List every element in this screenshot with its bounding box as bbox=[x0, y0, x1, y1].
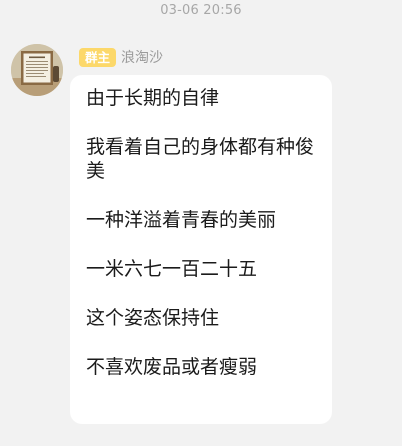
message-line: 由于长期的自律 bbox=[86, 87, 220, 109]
sender-info: 群主 浪淘沙 bbox=[79, 46, 163, 68]
message-timestamp: 03-06 20:56 bbox=[160, 3, 242, 18]
group-owner-badge: 群主 bbox=[79, 47, 117, 67]
sender-name[interactable]: 浪淘沙 bbox=[121, 47, 163, 67]
message-line: 我看着自己的身体都有种俊美 bbox=[86, 136, 315, 182]
sender-avatar-icon[interactable] bbox=[11, 44, 63, 96]
message-line: 一米六七一百二十五 bbox=[86, 258, 258, 280]
message-line: 这个姿态保持住 bbox=[86, 307, 220, 329]
message-line: 不喜欢废品或者瘦弱 bbox=[86, 356, 258, 378]
message-bubble[interactable]: 由于长期的自律 我看着自己的身体都有种俊美 一种洋溢着青春的美丽 一米六七一百二… bbox=[70, 75, 332, 424]
message-line: 一种洋溢着青春的美丽 bbox=[86, 209, 277, 231]
